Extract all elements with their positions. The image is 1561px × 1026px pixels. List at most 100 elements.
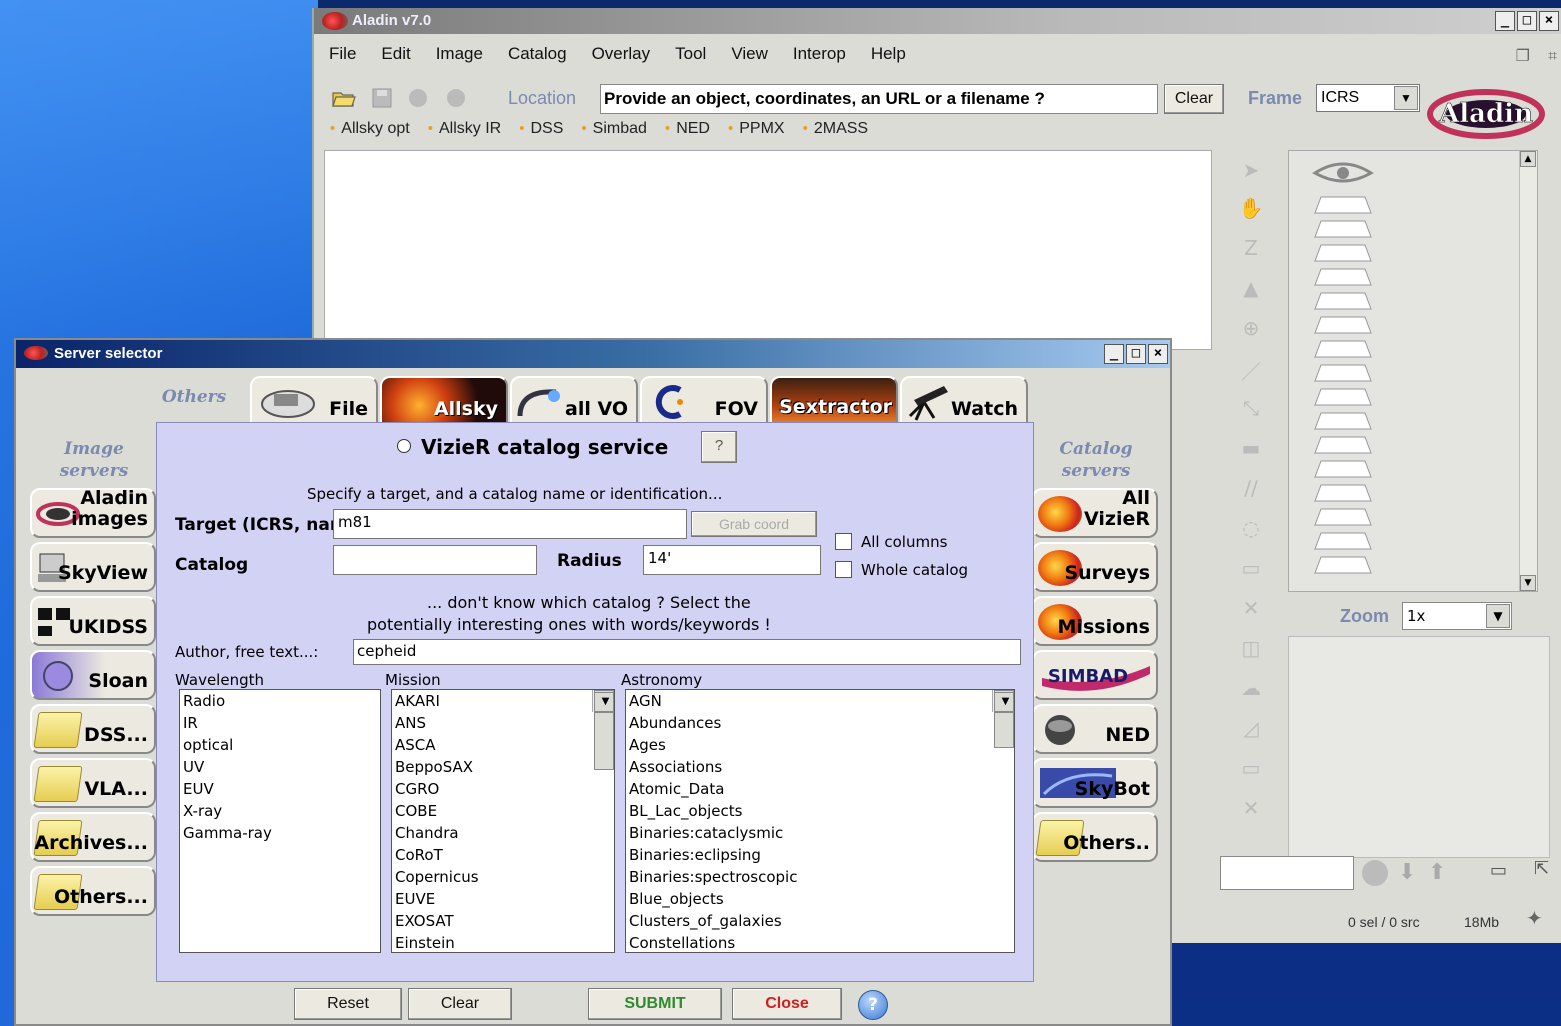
- list-item[interactable]: Constellations: [626, 932, 1014, 952]
- dist-tool-icon[interactable]: ⤡: [1236, 396, 1266, 420]
- grab-coord-button[interactable]: Grab coord: [691, 511, 817, 537]
- list-item[interactable]: ASCA: [392, 734, 614, 756]
- cm-tool-icon[interactable]: ◫: [1236, 636, 1266, 660]
- list-item[interactable]: Ages: [626, 734, 1014, 756]
- astronomy-list[interactable]: AGN Abundances Ages Associations Atomic_…: [625, 689, 1015, 953]
- astronomy-scrollbar[interactable]: ▲ ▼: [992, 690, 1014, 748]
- target-tool-icon[interactable]: ⊕: [1236, 316, 1266, 340]
- menu-file[interactable]: File: [314, 40, 366, 70]
- server-dss[interactable]: DSS...: [30, 704, 156, 754]
- grid-tool-icon[interactable]: ◌: [1236, 516, 1266, 540]
- pan-tool-icon[interactable]: ✋: [1236, 196, 1266, 220]
- undock-icon[interactable]: ⌗: [1548, 46, 1557, 66]
- quick-allsky-opt[interactable]: Allsky opt: [330, 120, 409, 138]
- list-item[interactable]: Binaries:eclipsing: [626, 844, 1014, 866]
- zoom-tool-icon[interactable]: Z: [1236, 236, 1266, 260]
- menu-catalog[interactable]: Catalog: [493, 40, 577, 70]
- server-ukidss[interactable]: UKIDSS: [30, 596, 156, 646]
- server-archives[interactable]: Archives...: [30, 812, 156, 862]
- list-item[interactable]: Radio: [180, 690, 380, 712]
- zoom-view[interactable]: [1288, 636, 1550, 858]
- server-ned[interactable]: NED: [1032, 704, 1158, 754]
- radius-input[interactable]: 14': [643, 545, 821, 575]
- list-item[interactable]: BL_Lac_objects: [626, 800, 1014, 822]
- chevron-down-icon[interactable]: ▼: [1394, 86, 1418, 110]
- list-item[interactable]: Chandra: [392, 822, 614, 844]
- eye-icon[interactable]: [1311, 157, 1375, 187]
- tab-watch[interactable]: Watch: [900, 376, 1028, 424]
- close-button[interactable]: ×: [1539, 11, 1559, 31]
- list-item[interactable]: AKARI: [392, 690, 614, 712]
- scroll-up-icon[interactable]: ▲: [1520, 151, 1536, 167]
- phot-tool-icon[interactable]: ▬: [1236, 436, 1266, 460]
- list-item[interactable]: X-ray: [180, 800, 380, 822]
- draw-tool-icon[interactable]: ／: [1236, 356, 1266, 384]
- list-item[interactable]: EUV: [180, 778, 380, 800]
- rgb-tool-icon[interactable]: ▭: [1236, 556, 1266, 580]
- menu-help[interactable]: Help: [856, 40, 916, 70]
- catalog-input[interactable]: [333, 545, 537, 575]
- tag-tool-icon[interactable]: ∕∕: [1236, 476, 1266, 500]
- location-input[interactable]: Provide an object, coordinates, an URL o…: [600, 84, 1158, 114]
- list-item[interactable]: UV: [180, 756, 380, 778]
- plane-stack-scrollbar[interactable]: ▲ ▼: [1519, 151, 1537, 591]
- vizier-help-button[interactable]: ?: [701, 431, 737, 463]
- quick-simbad[interactable]: Simbad: [581, 120, 647, 138]
- tab-all-vo[interactable]: all VO: [510, 376, 638, 424]
- chevron-down-icon[interactable]: ▼: [1486, 604, 1510, 628]
- author-input[interactable]: cepheid: [353, 639, 1021, 665]
- maximize-button[interactable]: □: [1126, 344, 1146, 364]
- arrow-up-icon[interactable]: ⬆: [1428, 860, 1446, 885]
- server-skyview[interactable]: SkyView: [30, 542, 156, 592]
- list-item[interactable]: Binaries:cataclysmic: [626, 822, 1014, 844]
- list-item[interactable]: IR: [180, 712, 380, 734]
- server-vla[interactable]: VLA...: [30, 758, 156, 808]
- forward-icon[interactable]: [444, 88, 468, 108]
- server-selector-title-bar[interactable]: Server selector _ □ ×: [16, 340, 1170, 368]
- all-columns-checkbox[interactable]: [835, 533, 852, 550]
- list-item[interactable]: AGN: [626, 690, 1014, 712]
- scroll-down-icon[interactable]: ▼: [594, 692, 614, 712]
- save-icon[interactable]: [370, 88, 394, 108]
- quick-2mass[interactable]: 2MASS: [803, 120, 868, 138]
- list-item[interactable]: Associations: [626, 756, 1014, 778]
- prop-tool-icon[interactable]: ☁: [1236, 676, 1266, 700]
- server-catalog-others[interactable]: Others..: [1032, 812, 1158, 862]
- scroll-thumb[interactable]: [994, 712, 1014, 748]
- satellite-icon[interactable]: ✦: [1526, 906, 1543, 930]
- minimize-button[interactable]: _: [1104, 344, 1124, 364]
- menu-view[interactable]: View: [716, 40, 778, 70]
- server-skybot[interactable]: SkyBot: [1032, 758, 1158, 808]
- open-folder-icon[interactable]: [332, 88, 356, 108]
- hist-tool-icon[interactable]: ◿: [1236, 716, 1266, 740]
- quick-ppmx[interactable]: PPMX: [728, 120, 784, 138]
- plane-stack[interactable]: ▲ ▼: [1288, 150, 1538, 592]
- help-icon[interactable]: ?: [858, 990, 888, 1020]
- zoom-select[interactable]: 1x ▼: [1402, 602, 1512, 630]
- menu-image[interactable]: Image: [421, 40, 493, 70]
- list-item[interactable]: Einstein: [392, 932, 614, 952]
- tab-fov[interactable]: FOV: [640, 376, 768, 424]
- select-tool-icon[interactable]: ➤: [1236, 158, 1266, 182]
- contour-tool-icon[interactable]: ▲: [1236, 276, 1266, 300]
- server-aladin-images[interactable]: Aladin images: [30, 488, 156, 538]
- target-input[interactable]: m81: [333, 509, 687, 539]
- wavelength-list[interactable]: Radio IR optical UV EUV X-ray Gamma-ray: [179, 689, 381, 953]
- close-button[interactable]: ×: [1148, 344, 1168, 364]
- list-item[interactable]: Atomic_Data: [626, 778, 1014, 800]
- scroll-down-icon[interactable]: ▼: [1520, 575, 1536, 591]
- server-sloan[interactable]: Sloan: [30, 650, 156, 700]
- close-dialog-button[interactable]: Close: [732, 988, 842, 1020]
- submit-button[interactable]: SUBMIT: [588, 988, 722, 1020]
- list-item[interactable]: Copernicus: [392, 866, 614, 888]
- tab-file[interactable]: File: [250, 376, 378, 424]
- menu-overlay[interactable]: Overlay: [577, 40, 661, 70]
- back-icon[interactable]: [406, 88, 430, 108]
- cross-tool-icon[interactable]: ✕: [1236, 596, 1266, 620]
- aladin-title-bar[interactable]: Aladin v7.0 _ □ ×: [314, 8, 1561, 34]
- list-item[interactable]: Binaries:spectroscopic: [626, 866, 1014, 888]
- vizier-radio[interactable]: [397, 439, 411, 453]
- list-item[interactable]: Blue_objects: [626, 888, 1014, 910]
- list-item[interactable]: ANS: [392, 712, 614, 734]
- menu-edit[interactable]: Edit: [366, 40, 420, 70]
